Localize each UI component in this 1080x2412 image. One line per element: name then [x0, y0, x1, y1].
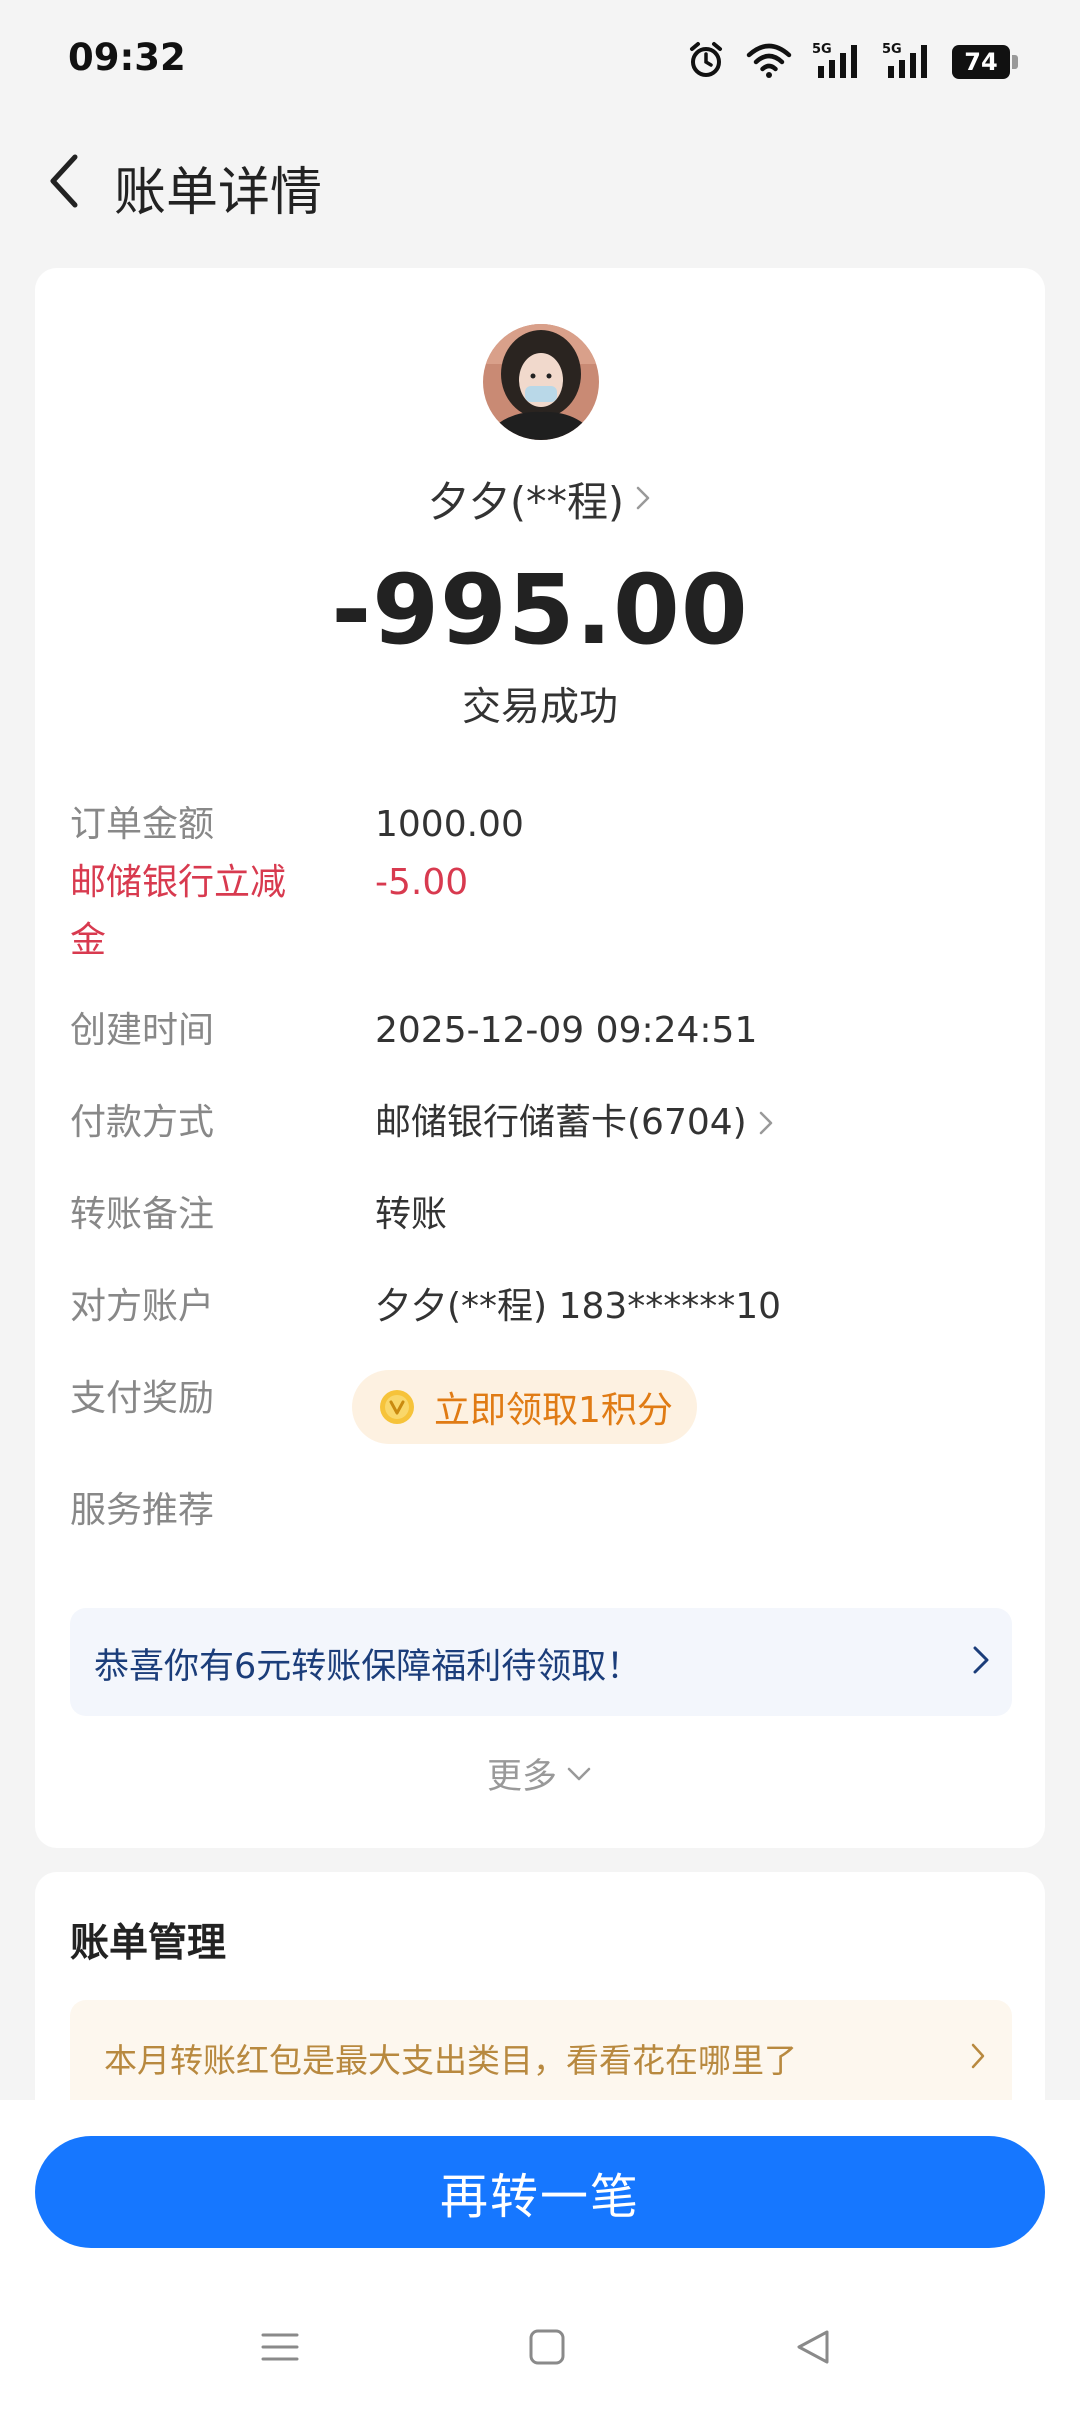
- bill-management-card: 账单管理 本月转账红包是最大支出类目，看看花在哪里了: [35, 1872, 1045, 2110]
- transaction-status: 交易成功: [461, 685, 618, 730]
- created-time-label: 创建时间: [70, 1010, 215, 1051]
- back-triangle-icon: [797, 2330, 829, 2364]
- bottom-action-bar: 再转一笔: [0, 2100, 1080, 2412]
- order-amount-label: 订单金额: [70, 804, 215, 845]
- back-nav-button[interactable]: [778, 2312, 848, 2382]
- home-nav-button[interactable]: [512, 2312, 582, 2382]
- reward-label: 支付奖励: [70, 1378, 215, 1419]
- menu-nav-button[interactable]: [245, 2312, 315, 2382]
- spending-insight-text: 本月转账红包是最大支出类目，看看花在哪里了: [104, 2041, 797, 2080]
- discount-value: -5.00: [375, 862, 469, 903]
- bill-management-title: 账单管理: [70, 1921, 227, 1966]
- note-label: 转账备注: [70, 1194, 215, 1235]
- chevron-right-icon: [636, 486, 650, 510]
- service-label: 服务推荐: [70, 1490, 215, 1531]
- battery-icon: 74: [952, 45, 1018, 79]
- more-toggle[interactable]: 更多: [35, 1748, 1045, 1799]
- page-header: 账单详情: [0, 122, 1080, 242]
- home-square-icon: [529, 2329, 565, 2365]
- order-amount-value: 1000.00: [375, 804, 524, 845]
- avatar[interactable]: [483, 324, 599, 440]
- status-icons: 5G 5G 74: [686, 40, 1018, 84]
- payment-method-value[interactable]: 邮储银行储蓄卡(6704): [375, 1094, 775, 1152]
- status-bar: 09:32 5G 5G 74: [0, 0, 1080, 122]
- chevron-right-icon: [971, 2043, 985, 2069]
- wifi-icon: [746, 41, 792, 83]
- battery-level: 74: [952, 45, 1010, 79]
- transfer-again-button[interactable]: 再转一笔: [35, 2136, 1045, 2248]
- claim-reward-text: 立即领取1积分: [434, 1390, 673, 1431]
- signal-5g-icon: 5G: [882, 40, 932, 84]
- status-time: 09:32: [68, 36, 186, 79]
- svg-text:5G: 5G: [812, 42, 832, 57]
- transaction-card: 夕夕(**程) -995.00 交易成功 订单金额 1000.00 邮储银行立减…: [35, 268, 1045, 1848]
- payment-method-text: 邮储银行储蓄卡(6704): [375, 1102, 747, 1143]
- back-button[interactable]: [30, 146, 100, 216]
- created-time-value: 2025-12-09 09:24:51: [375, 1010, 758, 1051]
- more-label: 更多: [486, 1757, 557, 1797]
- page-title: 账单详情: [114, 163, 323, 223]
- chevron-left-icon: [50, 154, 78, 208]
- chevron-right-icon: [759, 1111, 772, 1135]
- alarm-icon: [686, 40, 726, 84]
- promo-text: 恭喜你有6元转账保障福利待领取！: [94, 1647, 642, 1687]
- spending-insight-banner[interactable]: 本月转账红包是最大支出类目，看看花在哪里了: [70, 2000, 1012, 2110]
- bill-detail-page: 09:32 5G 5G 74 账单详情 夕夕(**程) -995.00 交易成功…: [0, 0, 1080, 2412]
- payee-name: 夕夕(**程): [428, 478, 624, 526]
- menu-icon: [261, 2333, 299, 2361]
- system-nav-bar: [0, 2312, 1080, 2382]
- chevron-down-icon: [567, 1767, 591, 1780]
- counterparty-value: 夕夕(**程) 183******10: [375, 1286, 782, 1327]
- svg-text:5G: 5G: [882, 42, 902, 57]
- transaction-amount: -995.00: [331, 554, 749, 666]
- note-value: 转账: [375, 1194, 448, 1235]
- counterparty-label: 对方账户: [70, 1286, 215, 1327]
- payment-method-label: 付款方式: [70, 1102, 215, 1143]
- points-coin-icon: [380, 1390, 414, 1424]
- signal-5g-icon: 5G: [812, 40, 862, 84]
- transfer-protection-banner[interactable]: 恭喜你有6元转账保障福利待领取！: [70, 1608, 1012, 1716]
- payee-row[interactable]: 夕夕(**程): [35, 468, 1045, 528]
- claim-reward-button[interactable]: 立即领取1积分: [352, 1370, 697, 1444]
- transfer-again-label: 再转一笔: [439, 2171, 640, 2224]
- chevron-right-icon: [973, 1646, 989, 1674]
- discount-label: 邮储银行立减金: [70, 862, 287, 961]
